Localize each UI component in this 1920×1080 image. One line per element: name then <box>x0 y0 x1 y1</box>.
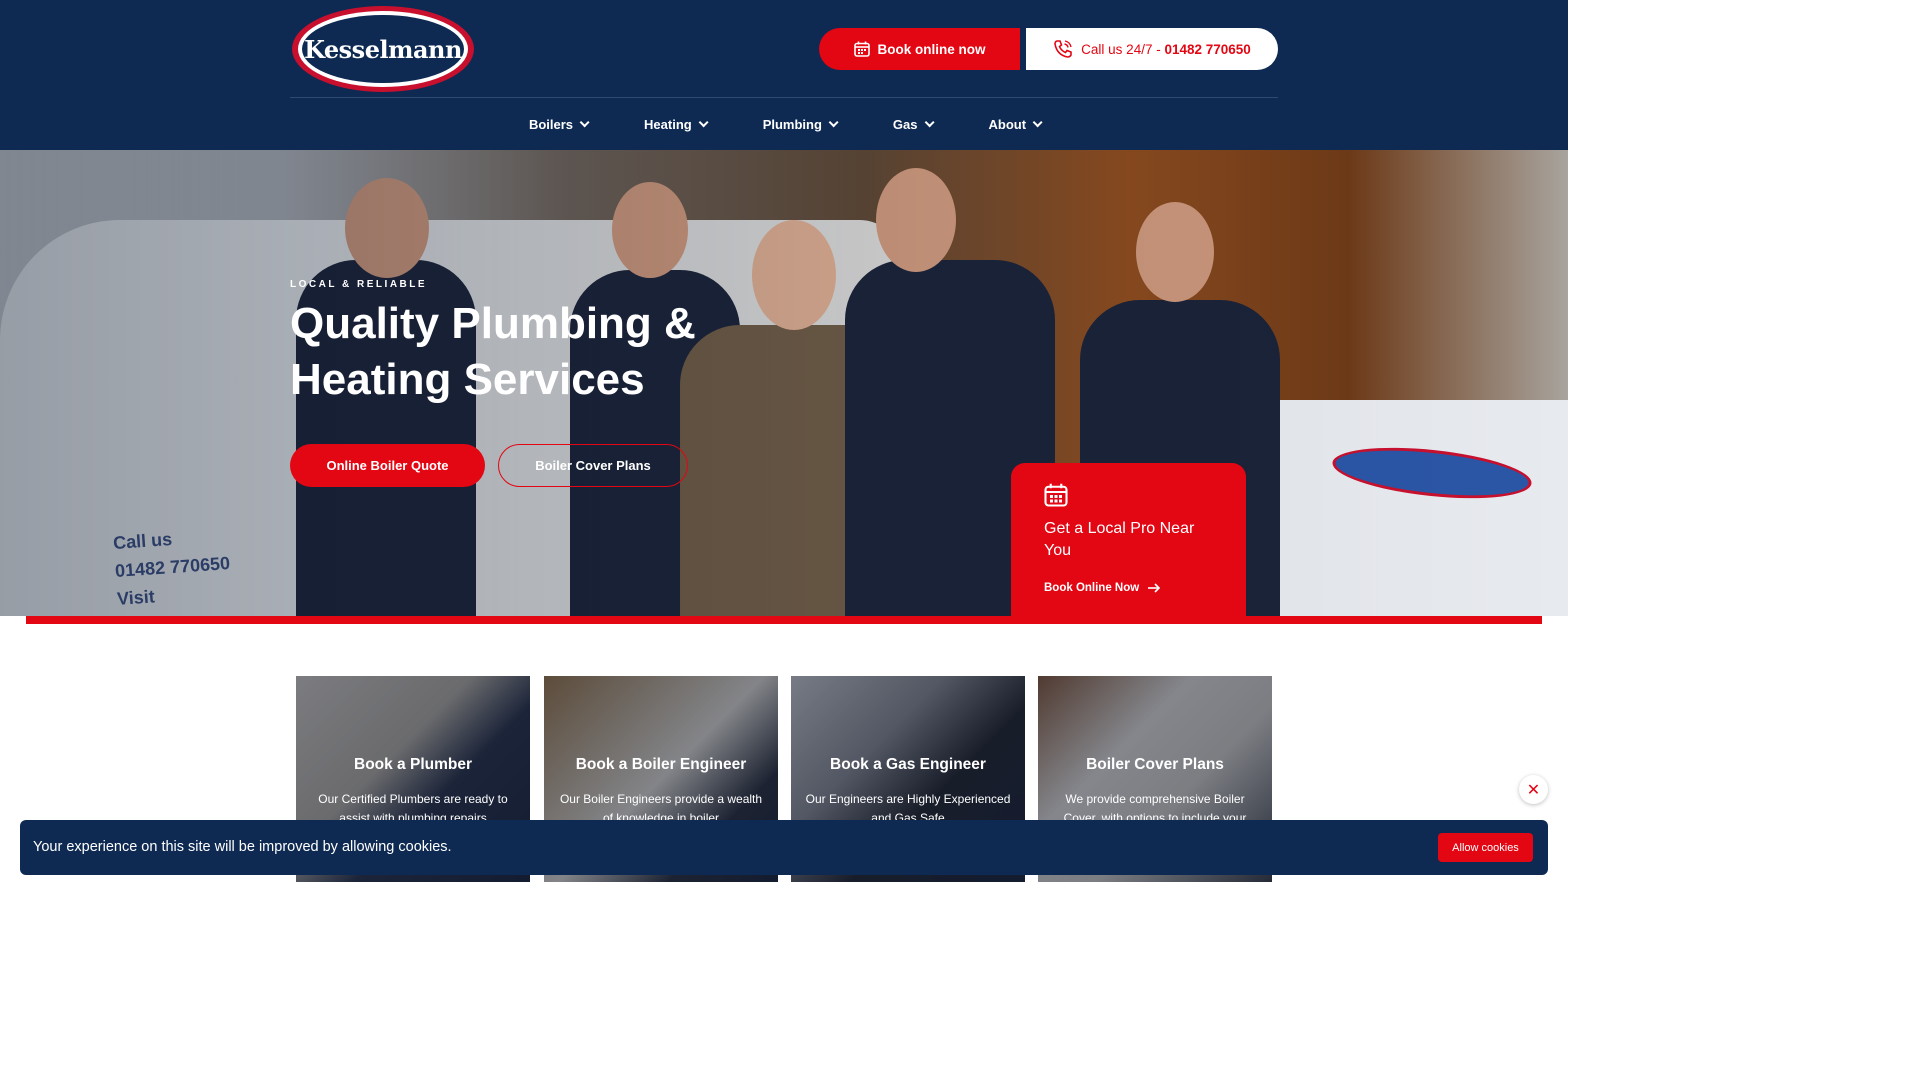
call-us-prefix: Call us 24/7 - <box>1081 41 1165 57</box>
nav-item-label: Boilers <box>528 116 574 132</box>
allow-cookies-button[interactable]: Allow cookies <box>1438 833 1533 862</box>
book-online-now-link[interactable]: Book Online Now <box>1044 582 1161 594</box>
nav-item-about[interactable]: About <box>960 98 1069 150</box>
chevron-down-icon <box>698 116 709 127</box>
book-online-now-label: Book Online Now <box>1044 582 1140 594</box>
nav-item-label: About <box>988 116 1027 132</box>
kesselmann-logo[interactable]: Kesselmann <box>292 6 474 92</box>
call-us-number: 01482 770650 <box>1164 41 1251 57</box>
phone-icon <box>1054 40 1072 58</box>
logo-ring: Kesselmann <box>298 11 468 87</box>
local-pro-title: Get a Local Pro Near You <box>1044 520 1195 559</box>
card-title: Book a Gas Engineer <box>830 756 986 773</box>
calendar-icon <box>1044 483 1068 507</box>
logo-text: Kesselmann <box>304 34 462 64</box>
main-nav: Boilers Heating Plumbing Gas About <box>0 98 1568 150</box>
nav-item-boilers[interactable]: Boilers <box>500 98 615 150</box>
nav-item-heating[interactable]: Heating <box>615 98 734 150</box>
online-boiler-quote-button[interactable]: Online Boiler Quote <box>290 444 485 487</box>
nav-item-label: Heating <box>644 116 692 132</box>
logo-core: Kesselmann <box>302 15 464 83</box>
cookie-banner: Your experience on this site will be imp… <box>20 820 1548 875</box>
close-icon[interactable]: ✕ <box>1519 775 1548 804</box>
hero-red-band <box>26 616 1542 624</box>
nav-item-plumbing[interactable]: Plumbing <box>734 98 864 150</box>
boiler-cover-plans-button[interactable]: Boiler Cover Plans <box>498 444 688 487</box>
site-header: Kesselmann Book online now Call us 24/7 … <box>0 0 1568 150</box>
cookie-message: Your experience on this site will be imp… <box>33 839 452 855</box>
local-pro-card[interactable]: Get a Local Pro Near You Book Online Now <box>1011 463 1246 623</box>
arrow-right-icon <box>1148 583 1161 593</box>
calendar-icon <box>853 41 870 57</box>
nav-item-label: Gas <box>892 116 918 132</box>
van-painted-text: Call us 01482 770650 Visit <box>112 521 233 613</box>
chevron-down-icon <box>579 116 590 127</box>
chevron-down-icon <box>828 116 839 127</box>
hero-title: Quality Plumbing & Heating Services <box>290 299 696 404</box>
book-online-label: Book online now <box>877 41 986 57</box>
call-us-button[interactable]: Call us 24/7 - 01482 770650 <box>1026 28 1278 70</box>
card-title: Book a Plumber <box>354 756 472 773</box>
chevron-down-icon <box>924 116 935 127</box>
call-us-text: Call us 24/7 - 01482 770650 <box>1081 42 1251 57</box>
nav-item-label: Plumbing <box>762 116 822 132</box>
hero-eyebrow: LOCAL & RELIABLE <box>290 279 428 290</box>
nav-item-gas[interactable]: Gas <box>864 98 960 150</box>
chevron-down-icon <box>1032 116 1043 127</box>
card-title: Book a Boiler Engineer <box>575 756 747 773</box>
book-online-button[interactable]: Book online now <box>819 28 1020 70</box>
card-title: Boiler Cover Plans <box>1086 756 1224 773</box>
